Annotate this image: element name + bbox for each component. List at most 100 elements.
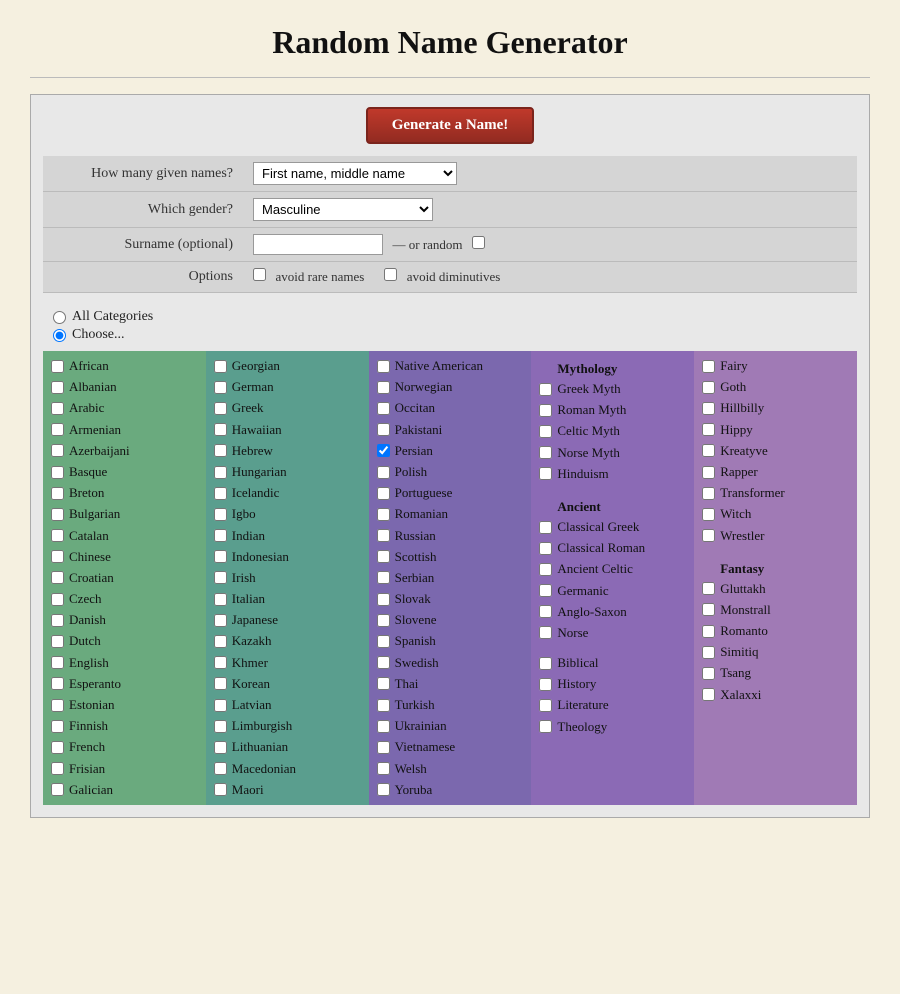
cb-breton[interactable] <box>51 487 64 500</box>
cb-transformer[interactable] <box>702 487 715 500</box>
cb-pakistani[interactable] <box>377 423 390 436</box>
cb-native-american[interactable] <box>377 360 390 373</box>
cb-macedonian[interactable] <box>214 762 227 775</box>
cb-japanese[interactable] <box>214 614 227 627</box>
choose-radio[interactable] <box>53 329 66 342</box>
all-categories-radio[interactable] <box>53 311 66 324</box>
cb-romanto[interactable] <box>702 625 715 638</box>
cb-norwegian[interactable] <box>377 381 390 394</box>
cb-indonesian[interactable] <box>214 550 227 563</box>
cb-polish[interactable] <box>377 466 390 479</box>
cb-basque[interactable] <box>51 466 64 479</box>
cb-rapper[interactable] <box>702 466 715 479</box>
cb-chinese[interactable] <box>51 550 64 563</box>
cb-khmer[interactable] <box>214 656 227 669</box>
cb-turkish[interactable] <box>377 699 390 712</box>
cb-slovene[interactable] <box>377 614 390 627</box>
cb-korean[interactable] <box>214 677 227 690</box>
cb-icelandic[interactable] <box>214 487 227 500</box>
cb-armenian[interactable] <box>51 423 64 436</box>
surname-input[interactable] <box>253 234 383 255</box>
cb-latvian[interactable] <box>214 699 227 712</box>
cb-classical-roman[interactable] <box>539 542 552 555</box>
cb-azerbaijani[interactable] <box>51 444 64 457</box>
cb-goth[interactable] <box>702 381 715 394</box>
cb-serbian[interactable] <box>377 571 390 584</box>
cb-classical-greek[interactable] <box>539 521 552 534</box>
cb-theology[interactable] <box>539 720 552 733</box>
cb-galician[interactable] <box>51 783 64 796</box>
cb-finnish[interactable] <box>51 720 64 733</box>
cb-anglo-saxon[interactable] <box>539 605 552 618</box>
cb-portuguese[interactable] <box>377 487 390 500</box>
cb-literature[interactable] <box>539 699 552 712</box>
cb-african[interactable] <box>51 360 64 373</box>
avoid-diminutives-checkbox[interactable] <box>384 268 397 281</box>
cb-hungarian[interactable] <box>214 466 227 479</box>
surname-random-checkbox[interactable] <box>472 236 485 249</box>
cb-french[interactable] <box>51 741 64 754</box>
cb-occitan[interactable] <box>377 402 390 415</box>
given-names-select[interactable]: First name only First name, middle name … <box>253 162 457 185</box>
cb-russian[interactable] <box>377 529 390 542</box>
cb-bulgarian[interactable] <box>51 508 64 521</box>
cb-welsh[interactable] <box>377 762 390 775</box>
cb-kazakh[interactable] <box>214 635 227 648</box>
cb-roman-myth[interactable] <box>539 404 552 417</box>
cb-arabic[interactable] <box>51 402 64 415</box>
cb-indian[interactable] <box>214 529 227 542</box>
cb-norse-myth[interactable] <box>539 446 552 459</box>
cb-albanian[interactable] <box>51 381 64 394</box>
cb-tsang[interactable] <box>702 667 715 680</box>
cb-english[interactable] <box>51 656 64 669</box>
cb-slovak[interactable] <box>377 593 390 606</box>
cb-catalan[interactable] <box>51 529 64 542</box>
cb-hippy[interactable] <box>702 423 715 436</box>
cb-georgian[interactable] <box>214 360 227 373</box>
cb-celtic-myth[interactable] <box>539 425 552 438</box>
cb-biblical[interactable] <box>539 657 552 670</box>
cb-scottish[interactable] <box>377 550 390 563</box>
avoid-rare-checkbox[interactable] <box>253 268 266 281</box>
cb-yoruba[interactable] <box>377 783 390 796</box>
generate-button[interactable]: Generate a Name! <box>366 107 535 144</box>
cb-limburgish[interactable] <box>214 720 227 733</box>
cb-dutch[interactable] <box>51 635 64 648</box>
cb-gluttakh[interactable] <box>702 582 715 595</box>
cb-monstrall[interactable] <box>702 603 715 616</box>
cb-italian[interactable] <box>214 593 227 606</box>
cb-history[interactable] <box>539 678 552 691</box>
cb-hawaiian[interactable] <box>214 423 227 436</box>
cb-spanish[interactable] <box>377 635 390 648</box>
gender-select[interactable]: Masculine Feminine Either <box>253 198 433 221</box>
cb-lithuanian[interactable] <box>214 741 227 754</box>
cb-hebrew[interactable] <box>214 444 227 457</box>
cb-xalaxxi[interactable] <box>702 688 715 701</box>
cb-persian[interactable] <box>377 444 390 457</box>
cb-hinduism[interactable] <box>539 467 552 480</box>
cb-ukrainian[interactable] <box>377 720 390 733</box>
cb-simitiq[interactable] <box>702 646 715 659</box>
cb-czech[interactable] <box>51 593 64 606</box>
cb-vietnamese[interactable] <box>377 741 390 754</box>
cb-germanic[interactable] <box>539 584 552 597</box>
cb-german[interactable] <box>214 381 227 394</box>
cb-fairy[interactable] <box>702 360 715 373</box>
cb-witch[interactable] <box>702 508 715 521</box>
cb-thai[interactable] <box>377 677 390 690</box>
cb-greek[interactable] <box>214 402 227 415</box>
all-categories-radio-item[interactable]: All Categories <box>53 309 847 325</box>
cb-igbo[interactable] <box>214 508 227 521</box>
cb-ancient-celtic[interactable] <box>539 563 552 576</box>
cb-greek-myth[interactable] <box>539 383 552 396</box>
cb-hillbilly[interactable] <box>702 402 715 415</box>
cb-wrestler[interactable] <box>702 529 715 542</box>
choose-radio-item[interactable]: Choose... <box>53 327 847 343</box>
cb-kreatyve[interactable] <box>702 444 715 457</box>
cb-croatian[interactable] <box>51 571 64 584</box>
cb-frisian[interactable] <box>51 762 64 775</box>
cb-estonian[interactable] <box>51 699 64 712</box>
cb-irish[interactable] <box>214 571 227 584</box>
cb-maori[interactable] <box>214 783 227 796</box>
cb-esperanto[interactable] <box>51 677 64 690</box>
